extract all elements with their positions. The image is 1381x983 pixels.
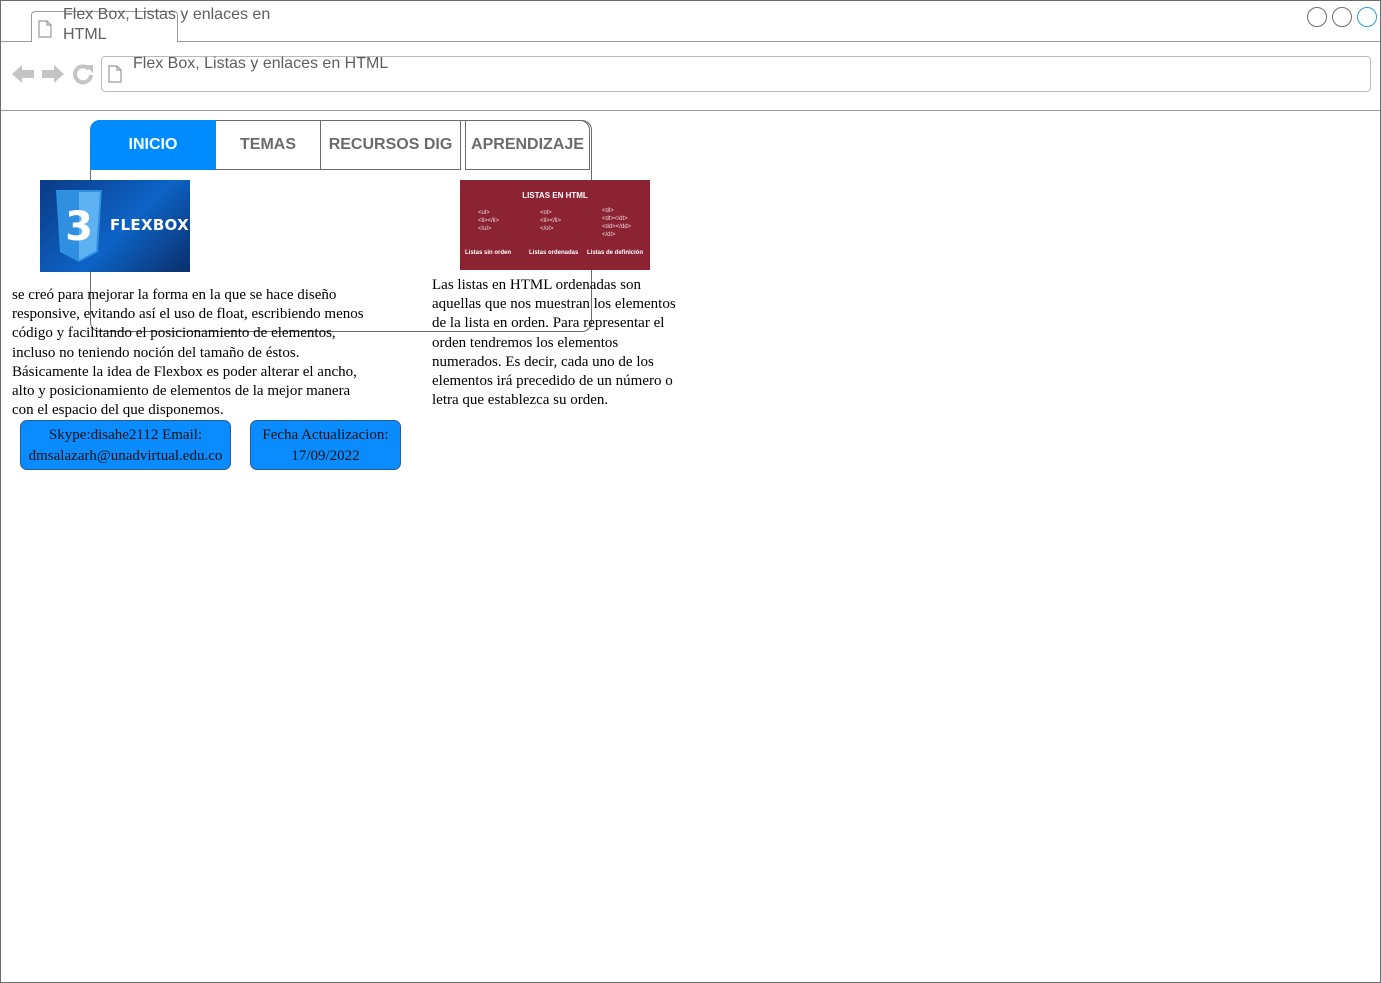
window-minimize-button[interactable] [1307, 7, 1327, 27]
address-text: Flex Box, Listas y enlaces en HTML [133, 55, 389, 72]
caption-ordered: Listas ordenadas [529, 250, 579, 256]
code-unordered: <ul> <li></li> </ul> [478, 210, 500, 232]
page-icon [38, 20, 52, 43]
nav-item-temas[interactable]: TEMAS [216, 120, 320, 170]
forward-arrow-icon[interactable] [41, 62, 65, 91]
flexbox-logo-text: FLEXBOX [110, 216, 189, 234]
nav-item-inicio[interactable]: INICIO [90, 120, 216, 170]
svg-text:3: 3 [65, 204, 93, 250]
listas-html-image: LISTAS EN HTML <ul> <li></li> </ul> <ol>… [460, 180, 650, 270]
code-ordered: <ol> <li></li> </ol> [540, 210, 562, 232]
contact-line-1: Skype:disahe2112 Email: [48, 427, 203, 443]
window-close-button[interactable] [1357, 7, 1377, 27]
address-bar[interactable]: Flex Box, Listas y enlaces en HTML [101, 55, 1371, 92]
contact-email: dmsalazarh@unadvirtual.edu.co [28, 448, 223, 464]
nav-item-recursos[interactable]: RECURSOS DIG [320, 120, 461, 170]
tab-bar: Flex Box, Listas y enlaces en HTML [1, 1, 1380, 43]
update-label: Fecha Actualizacion: [262, 427, 389, 443]
page-icon [108, 65, 122, 88]
update-date: 17/09/2022 [291, 448, 360, 464]
browser-toolbar: Flex Box, Listas y enlaces en HTML [1, 42, 1380, 111]
contact-badge: Skype:disahe2112 Email: dmsalazarh@unadv… [20, 420, 231, 470]
caption-definition: Listas de definición [587, 250, 644, 256]
caption-unordered: Listas sin orden [465, 250, 512, 256]
reload-icon[interactable] [71, 62, 95, 91]
listas-image-title: LISTAS EN HTML [522, 191, 588, 200]
back-arrow-icon[interactable] [11, 62, 35, 91]
flexbox-description: se creó para mejorar la forma en la que … [12, 287, 364, 419]
flexbox-logo-image: 3 FLEXBOX [40, 180, 190, 272]
nav-item-aprendizaje[interactable]: APRENDIZAJE [465, 120, 590, 170]
listas-description: Las listas en HTML ordenadas son aquella… [432, 277, 676, 409]
tab-title: Flex Box, Listas y enlaces en HTML [63, 6, 271, 43]
code-definition: <dl> <dt></dt> <dd></dd> </dl> [602, 208, 632, 238]
window-maximize-button[interactable] [1332, 7, 1352, 27]
browser-tab[interactable]: Flex Box, Listas y enlaces en HTML [31, 6, 270, 43]
update-date-badge: Fecha Actualizacion: 17/09/2022 [250, 420, 401, 470]
